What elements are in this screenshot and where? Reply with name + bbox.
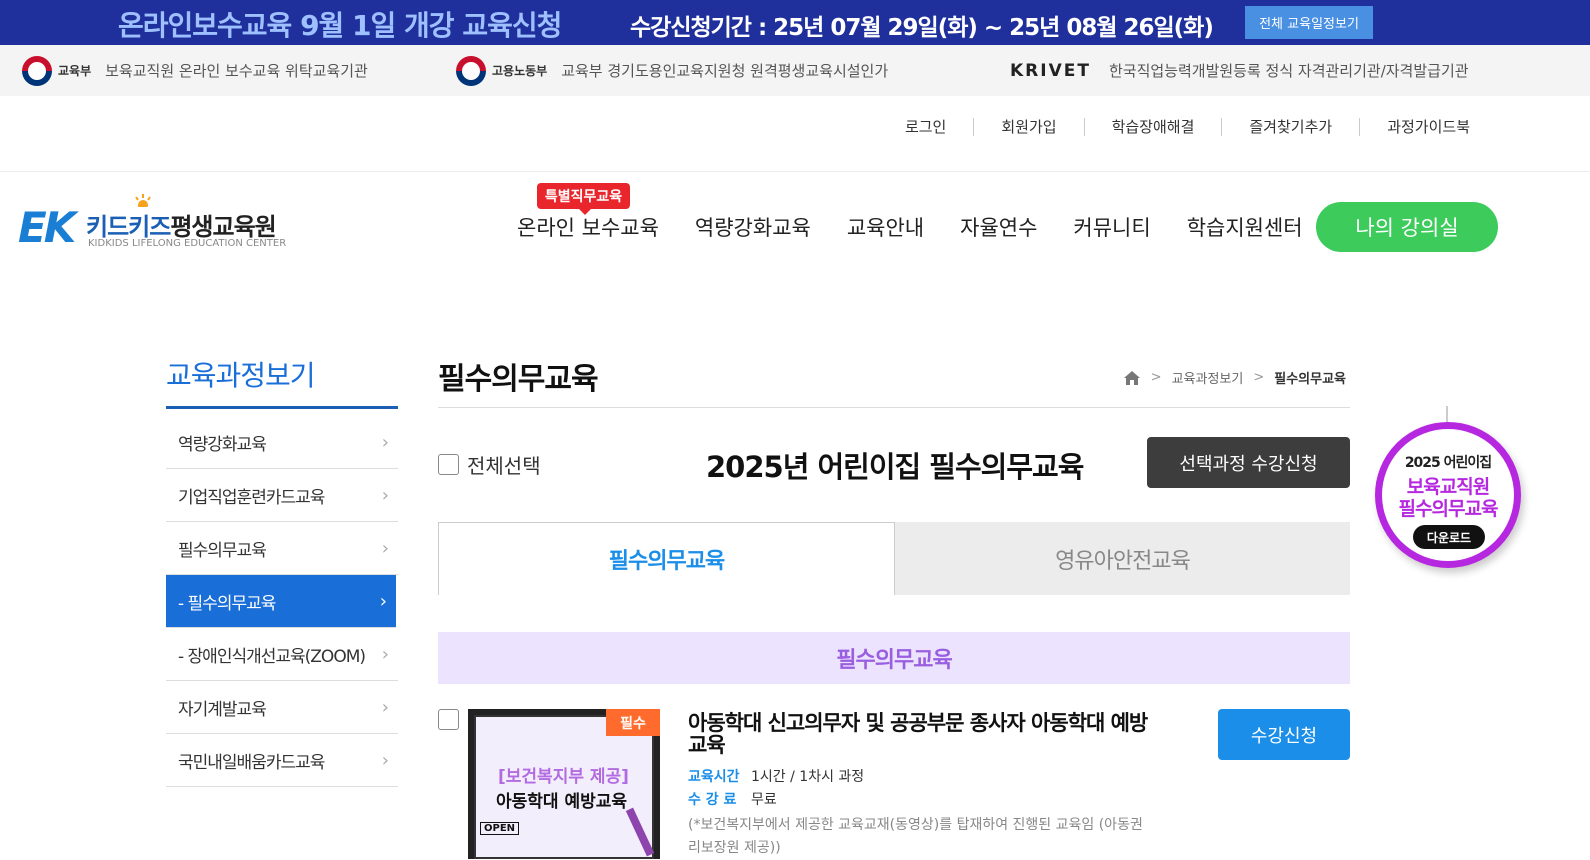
title-divider — [438, 407, 1350, 408]
side-item-label: - 장애인식개선교육(ZOOM) — [178, 646, 366, 667]
side-item-label: 역량강화교육 — [178, 434, 267, 455]
open-badge: OPEN — [480, 822, 520, 835]
badge-line1: 2025 어린이집 — [1404, 455, 1492, 471]
logo-subtitle: KIDKIDS LIFELONG EDUCATION CENTER — [88, 238, 287, 249]
banner-period: 수강신청기간 : 25년 07월 29일(화) ~ 25년 08월 26일(화) — [630, 15, 1214, 41]
side-item-label: 자기계발교육 — [178, 699, 267, 720]
thumb-line1: [보건복지부 제공] — [498, 767, 629, 787]
required-tag: 필수 — [606, 709, 660, 736]
logo-name: 키드키즈평생교육원 — [86, 213, 277, 241]
nav-online-training[interactable]: 온라인 보수교육 — [517, 212, 659, 242]
breadcrumb-current: 필수의무교육 — [1274, 372, 1346, 387]
side-item-work-card[interactable]: 기업직업훈련카드교육 › — [166, 469, 398, 522]
nav-self-training[interactable]: 자율연수 — [960, 212, 1037, 242]
breadcrumb-item[interactable]: 교육과정보기 — [1172, 368, 1244, 387]
sun-icon — [135, 194, 151, 207]
chevron-right-icon: › — [381, 643, 389, 665]
cert-org: 교육부 — [58, 64, 92, 78]
course-note: (*보건복지부에서 제공한 교육교재(동영상)를 탑재하여 진행된 교육임 (아… — [688, 817, 1143, 856]
join-link[interactable]: 회원가입 — [973, 118, 1083, 136]
time-label: 교육시간 — [688, 769, 740, 785]
moe-emblem-icon — [22, 55, 52, 86]
side-item-label: 국민내일배움카드교육 — [178, 752, 325, 773]
cert-moe: 교육부 보육교직원 온라인 보수교육 위탁교육기관 — [22, 45, 368, 96]
troubleshoot-link[interactable]: 학습장애해결 — [1083, 118, 1222, 136]
banner-headline: 온라인보수교육 9월 1일 개강 교육신청 — [118, 9, 562, 42]
cert-text: 한국직업능력개발원등록 정식 자격관리기관/자격발급기관 — [1108, 62, 1469, 80]
side-item-disability-zoom[interactable]: - 장애인식개선교육(ZOOM) › — [166, 628, 398, 681]
chevron-right-icon: › — [381, 537, 389, 559]
bookmark-link[interactable]: 즐겨찾기추가 — [1221, 118, 1359, 136]
pencil-icon — [625, 807, 655, 857]
floating-download-badge[interactable]: 2025 어린이집 보육교직원 필수의무교육 다운로드 — [1375, 406, 1523, 574]
year-title: 2025년 어린이집 필수의무교육 — [706, 450, 1084, 484]
side-menu: 역량강화교육 › 기업직업훈련카드교육 › 필수의무교육 › - 필수의무교육 › - … — [166, 416, 398, 787]
utility-links: 로그인 회원가입 학습장애해결 즐겨찾기추가 과정가이드북 — [878, 118, 1497, 136]
side-item-mandatory[interactable]: 필수의무교육 › — [166, 522, 398, 575]
side-item-self-dev[interactable]: 자기계발교육 › — [166, 681, 398, 734]
schedule-button[interactable]: 전체 교육일정보기 — [1245, 6, 1373, 39]
chevron-right-icon: › — [379, 590, 387, 612]
tab-infant-safety[interactable]: 영유아안전교육 — [895, 522, 1350, 595]
course-title[interactable]: 아동학대 신고의무자 및 공공부문 종사자 아동학대 예방교육 — [688, 712, 1158, 756]
nav-community[interactable]: 커뮤니티 — [1073, 212, 1150, 242]
cert-krivet: KRIVET 한국직업능력개발원등록 정식 자격관리기관/자격발급기관 — [1010, 45, 1469, 96]
badge-line3: 필수의무교육 — [1398, 498, 1499, 520]
special-training-badge: 특별직무교육 — [537, 183, 630, 215]
nav-education-info[interactable]: 교육안내 — [847, 212, 924, 242]
time-value: 1시간 / 1차시 과정 — [751, 769, 865, 785]
apply-selected-button[interactable]: 선택과정 수강신청 — [1147, 437, 1350, 488]
side-item-mandatory-sub[interactable]: - 필수의무교육 › — [166, 575, 396, 628]
mol-emblem-icon — [456, 55, 486, 86]
cert-text: 교육부 경기도용인교육지원청 원격평생교육시설인가 — [561, 62, 889, 80]
chevron-right-icon: › — [381, 431, 389, 453]
chevron-right-icon: › — [381, 484, 389, 506]
login-link[interactable]: 로그인 — [878, 118, 973, 136]
krivet-logo: KRIVET — [1010, 60, 1091, 81]
nav-support-center[interactable]: 학습지원센터 — [1187, 212, 1303, 242]
course-checkbox[interactable] — [438, 709, 459, 730]
chevron-right-icon: › — [381, 749, 389, 771]
breadcrumb-separator: > — [1150, 370, 1162, 385]
apply-button[interactable]: 수강신청 — [1218, 709, 1350, 760]
side-item-naeil-card[interactable]: 국민내일배움카드교육 › — [166, 734, 398, 787]
main-nav: 온라인 보수교육 역량강화교육 교육안내 자율연수 커뮤니티 학습지원센터 — [517, 212, 1339, 242]
top-banner[interactable]: 온라인보수교육 9월 1일 개강 교육신청 수강신청기간 : 25년 07월 2… — [0, 0, 1590, 45]
cert-org: 고용노동부 — [492, 64, 548, 78]
certification-bar: 교육부 보육교직원 온라인 보수교육 위탁교육기관 고용노동부 교육부 경기도용… — [0, 45, 1590, 96]
course-tabs: 필수의무교육 영유아안전교육 — [438, 522, 1350, 595]
site-logo[interactable]: EK 키드키즈평생교육원 KIDKIDS LIFELONG EDUCATION … — [18, 193, 288, 253]
page-title: 필수의무교육 — [438, 362, 599, 397]
chevron-right-icon: › — [381, 696, 389, 718]
tab-mandatory[interactable]: 필수의무교육 — [438, 522, 895, 595]
select-all[interactable]: 전체선택 — [438, 450, 541, 479]
breadcrumb-separator: > — [1253, 370, 1265, 385]
section-header: 필수의무교육 — [438, 632, 1350, 684]
thumb-line2: 아동학대 예방교육 — [496, 792, 628, 812]
fee-value: 무료 — [751, 792, 777, 808]
side-item-label: 필수의무교육 — [178, 540, 267, 561]
select-all-checkbox[interactable] — [438, 454, 459, 475]
thumb-inner: [보건복지부 제공] 아동학대 예방교육 OPEN — [474, 715, 655, 859]
course-thumbnail[interactable]: [보건복지부 제공] 아동학대 예방교육 OPEN 필수 — [468, 709, 660, 859]
nav-competency[interactable]: 역량강화교육 — [695, 212, 811, 242]
fee-label: 수 강 료 — [688, 792, 737, 808]
side-item-label: - 필수의무교육 — [178, 593, 276, 614]
lnb-title: 교육과정보기 — [166, 359, 316, 392]
course-meta: 교육시간 1시간 / 1차시 과정 수 강 료 무료 — [688, 766, 864, 812]
my-classroom-button[interactable]: 나의 강의실 — [1316, 202, 1498, 252]
cert-text: 보육교직원 온라인 보수교육 위탁교육기관 — [105, 62, 368, 80]
lnb-title-underline — [166, 406, 398, 409]
breadcrumb: > 교육과정보기 > 필수의무교육 — [1123, 368, 1346, 387]
cert-mol: 고용노동부 교육부 경기도용인교육지원청 원격평생교육시설인가 — [456, 45, 888, 96]
download-button[interactable]: 다운로드 — [1413, 525, 1485, 549]
guidebook-link[interactable]: 과정가이드북 — [1359, 118, 1497, 136]
select-all-label: 전체선택 — [467, 454, 541, 478]
logo-mark: EK — [18, 203, 76, 252]
home-icon[interactable] — [1123, 370, 1141, 386]
side-item-label: 기업직업훈련카드교육 — [178, 487, 325, 508]
side-item-competency[interactable]: 역량강화교육 › — [166, 416, 398, 469]
header-divider — [0, 171, 1590, 172]
